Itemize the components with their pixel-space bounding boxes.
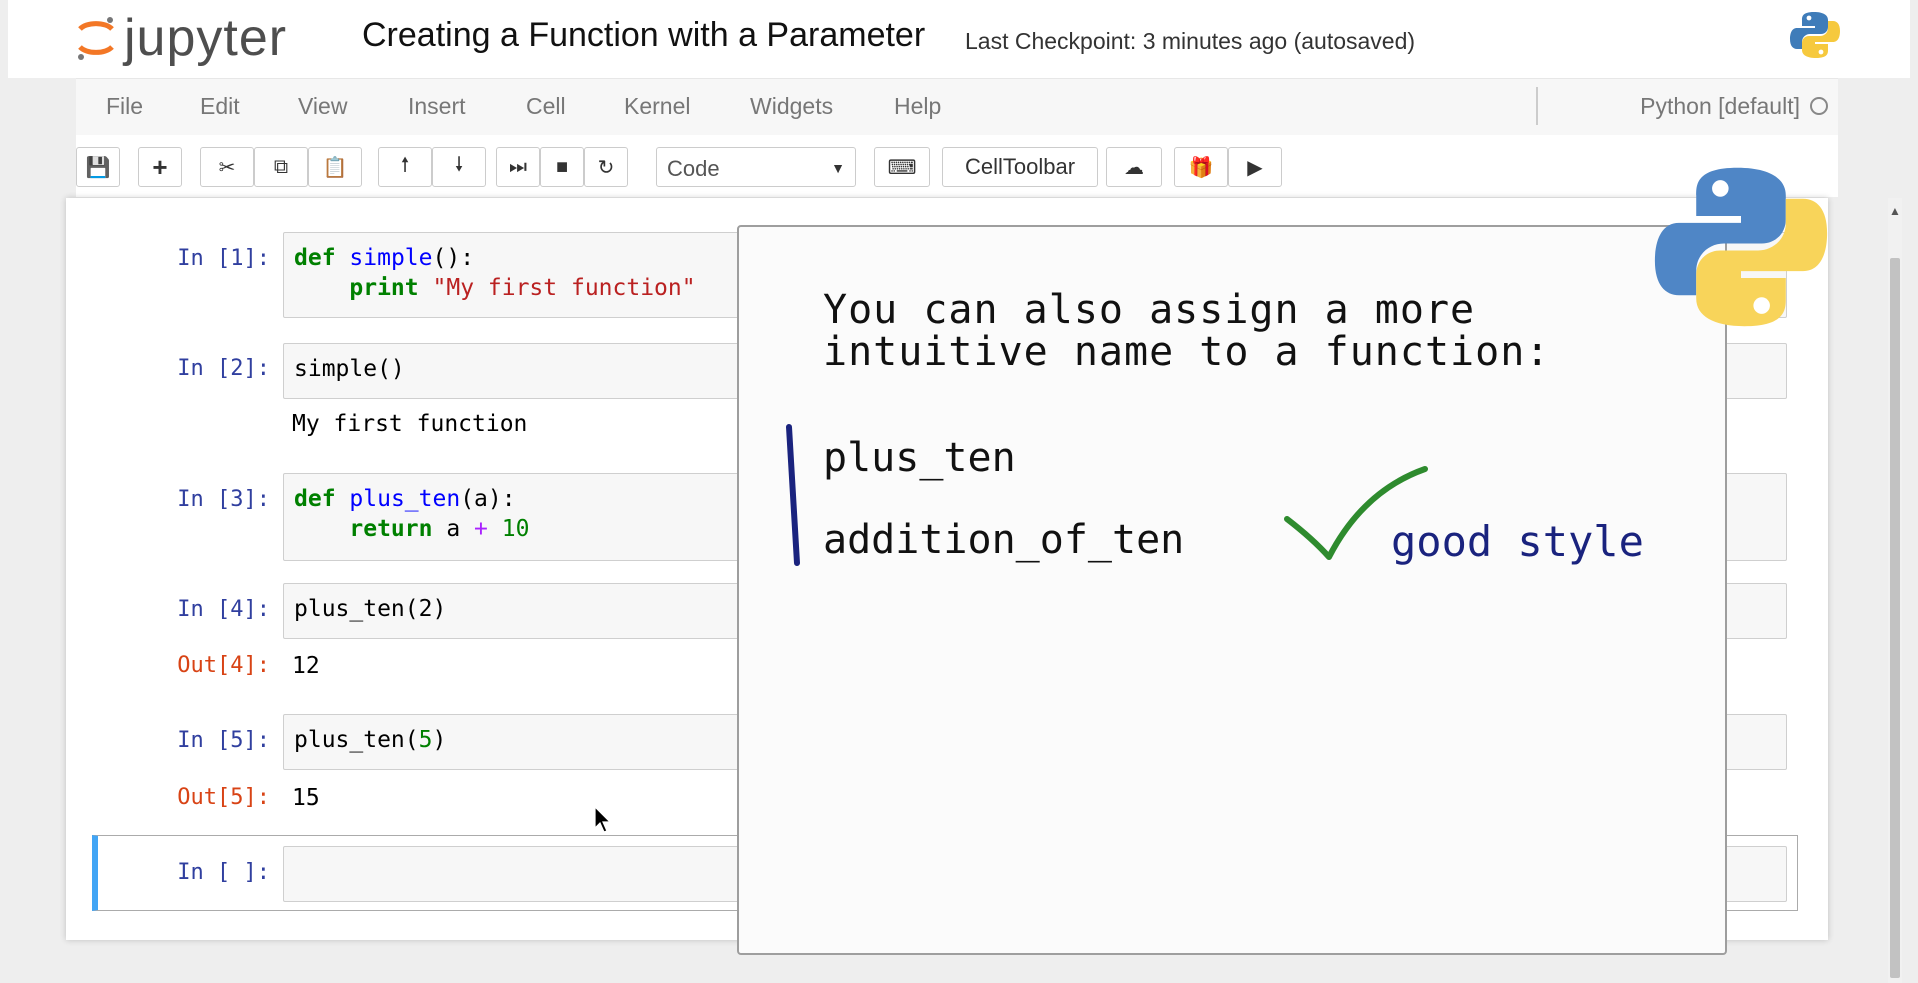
lesson-overlay: You can also assign a more intuitive nam… [737,225,1727,955]
copy-button[interactable]: ⧉ [254,147,308,187]
code-line: return a + 10 [349,516,530,542]
menu-help[interactable]: Help [894,93,941,120]
interrupt-button[interactable]: ■ [540,147,584,187]
menu-edit[interactable]: Edit [200,93,240,120]
keyboard-icon: ⌨ [887,156,917,179]
cell-4-output: 12 [292,653,320,679]
cloud-upload-icon: ☁ [1124,156,1144,179]
notebook-header: jupyter Creating a Function with a Param… [8,0,1910,78]
cell-4-out-prompt: Out[4]: [177,653,270,678]
upload-button[interactable]: ☁ [1106,147,1162,187]
command-palette-button[interactable]: ⌨ [874,147,930,187]
cell-3-prompt: In [3]: [177,487,270,512]
overlay-sample-plus-ten: plus_ten [823,435,1016,481]
insert-cell-button[interactable]: + [138,147,182,187]
overlay-heading-line-1: You can also assign a more [823,287,1476,333]
copy-icon: ⧉ [273,155,289,178]
paste-icon: 📋 [322,156,348,179]
menu-insert[interactable]: Insert [408,93,466,120]
run-cell-button[interactable]: ⏭ [496,147,540,187]
cell-6-prompt: In [ ]: [177,860,270,885]
python-logo-large-icon [1648,154,1834,345]
python-logo-icon [1788,8,1842,67]
move-up-button[interactable]: 🠕 [378,147,432,187]
code-line: plus_ten(5) [294,727,447,753]
menu-file[interactable]: File [106,93,143,120]
stop-icon: ■ [555,155,569,178]
save-icon: 💾 [85,156,111,179]
chevron-down-icon: ▼ [831,160,845,176]
cell-5-prompt: In [5]: [177,728,270,753]
youtube-icon: ▶ [1247,156,1263,179]
scroll-up-icon[interactable]: ▲ [1889,204,1901,218]
cell-2-output: My first function [292,411,528,437]
notebook-title[interactable]: Creating a Function with a Parameter [362,16,925,55]
step-icon: ⏭ [509,155,527,178]
cut-button[interactable]: ✂ [200,147,254,187]
gift-icon: 🎁 [1188,156,1214,179]
kernel-divider [1536,87,1538,125]
cell-type-value: Code [667,156,720,181]
gift-button[interactable]: 🎁 [1174,147,1228,187]
kernel-name[interactable]: Python [default] [1640,93,1800,120]
menu-kernel[interactable]: Kernel [624,93,690,120]
jupyter-logo[interactable]: jupyter [74,8,287,68]
menu-view[interactable]: View [298,93,347,120]
celltoolbar-label: CellToolbar [964,154,1076,179]
jupyter-logo-text: jupyter [124,9,288,67]
highlight-bar-icon [786,424,800,566]
kernel-idle-indicator-icon [1810,97,1828,115]
youtube-button[interactable]: ▶ [1228,147,1282,187]
paste-button[interactable]: 📋 [308,147,362,187]
celltoolbar-button[interactable]: CellToolbar [942,147,1098,187]
cell-type-select[interactable]: Code ▼ [656,147,856,187]
code-line: def plus_ten(a): [294,486,516,512]
arrow-up-icon: 🠕 [400,154,410,176]
overlay-good-style-label: good style [1391,517,1644,566]
cell-1-prompt: In [1]: [177,246,270,271]
code-line: print "My first function" [349,275,696,301]
menu-bar: File Edit View Insert Cell Kernel Widget… [76,78,1838,136]
move-down-button[interactable]: 🠗 [432,147,486,187]
cell-5-out-prompt: Out[5]: [177,785,270,810]
restart-button[interactable]: ↻ [584,147,628,187]
jupyter-logo-icon [78,17,114,60]
code-line: def simple(): [294,245,475,271]
cell-5-output: 15 [292,785,320,811]
code-line: plus_ten(2) [294,596,447,622]
menu-cell[interactable]: Cell [526,93,566,120]
scrollbar-thumb[interactable] [1890,258,1900,978]
overlay-sample-addition-of-ten: addition_of_ten [823,517,1185,563]
menu-widgets[interactable]: Widgets [750,93,833,120]
cell-2-prompt: In [2]: [177,356,270,381]
mouse-cursor-icon [594,806,612,833]
scissors-icon: ✂ [218,156,236,179]
save-button[interactable]: 💾 [76,147,120,187]
arrow-down-icon: 🠗 [454,154,464,176]
cell-4-prompt: In [4]: [177,597,270,622]
restart-icon: ↻ [597,156,615,179]
notebook-toolbar: 💾 + ✂ ⧉ 📋 🠕 🠗 ⏭ ■ ↻ Code ▼ ⌨ CellToolbar… [76,135,1838,197]
checkpoint-status: Last Checkpoint: 3 minutes ago (autosave… [965,28,1416,54]
plus-icon: + [152,151,168,182]
overlay-heading-line-2: intuitive name to a function: [823,329,1551,375]
code-line: simple() [294,356,405,382]
